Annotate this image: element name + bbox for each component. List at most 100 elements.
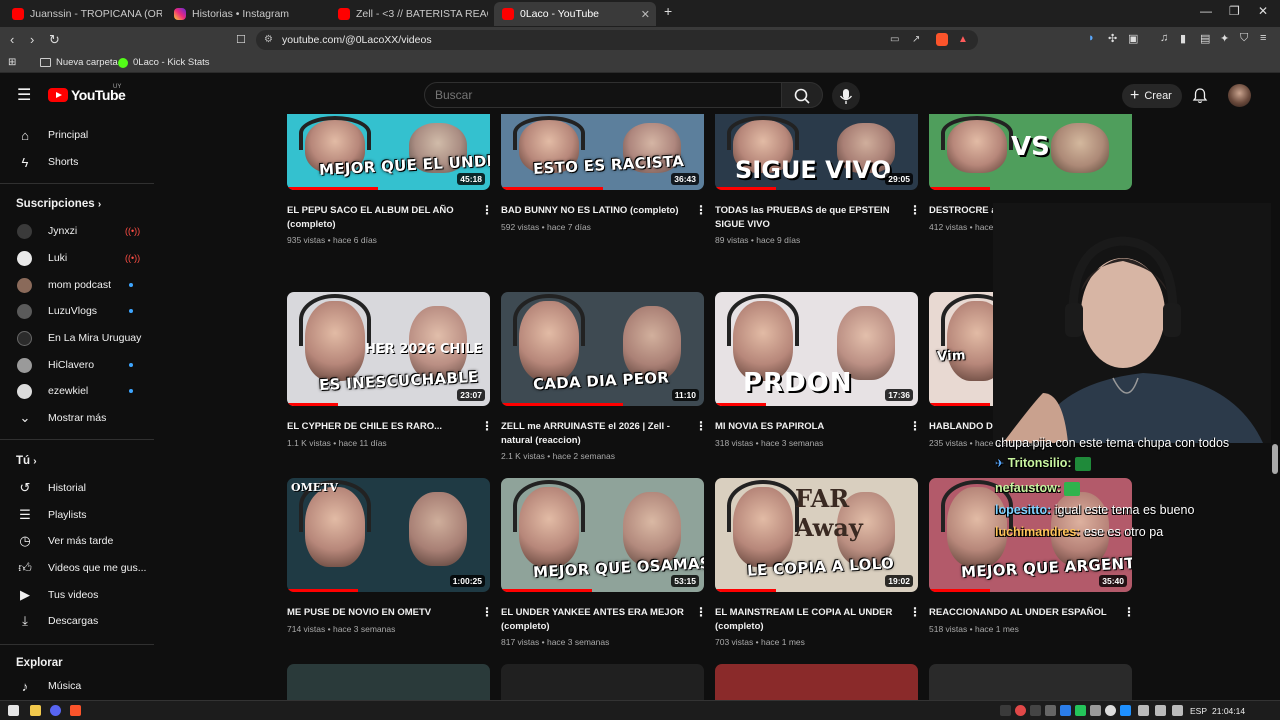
brave-rewards-icon[interactable]: ▲: [958, 34, 968, 45]
voice-search-button[interactable]: [832, 82, 860, 110]
tray-icon[interactable]: [1090, 705, 1101, 716]
new-tab-button[interactable]: +: [664, 3, 672, 19]
omnibox[interactable]: ⚙ youtube.com/@0LacoXX/videos ▭ ↗ ▲: [256, 30, 978, 50]
tray-icon[interactable]: [1075, 705, 1086, 716]
sidebar-item-liked-videos[interactable]: 👍︎ Videos que me gus...: [0, 555, 154, 581]
video-thumbnail[interactable]: PRDON 17:36: [715, 292, 918, 406]
sidebar-item-watch-later[interactable]: ◷ Ver más tarde: [0, 528, 154, 554]
volume-icon[interactable]: [1155, 705, 1166, 716]
video-thumbnail[interactable]: FAR Away LE COPIA A LOLO 19:02: [715, 478, 918, 592]
subscription-item[interactable]: LuzuVlogs: [0, 298, 154, 324]
tray-icon[interactable]: [1105, 705, 1116, 716]
sidebar-item-home[interactable]: ⌂ Principal: [0, 122, 154, 148]
subscription-item[interactable]: mom podcast: [0, 272, 154, 298]
video-title[interactable]: EL CYPHER DE CHILE ES RARO...: [287, 420, 477, 434]
language-indicator[interactable]: ESP: [1190, 706, 1207, 716]
video-options-icon[interactable]: ⋮: [909, 203, 921, 217]
system-clock[interactable]: 21:04:14: [1212, 706, 1245, 716]
subscription-item[interactable]: HiClavero: [0, 352, 154, 378]
video-options-icon[interactable]: ⋮: [695, 419, 707, 433]
tray-icon[interactable]: [1120, 705, 1131, 716]
minimize-icon[interactable]: —: [1200, 4, 1212, 18]
video-title[interactable]: EL MAINSTREAM LE COPIA AL UNDER (complet…: [715, 606, 905, 633]
video-options-icon[interactable]: ⋮: [481, 203, 493, 217]
sidebar-item-downloads[interactable]: ⤓ Descargas: [0, 608, 154, 634]
cast-icon[interactable]: ▭: [890, 34, 899, 45]
browser-tab[interactable]: Historias • Instagram: [166, 2, 326, 26]
browser-tab[interactable]: Zell - <3 // BATERISTA REACCIONA /: [330, 2, 488, 26]
tray-icon[interactable]: [1015, 705, 1026, 716]
audio-icon[interactable]: ◗: [1088, 32, 1095, 44]
reload-icon[interactable]: ↻: [49, 32, 60, 48]
close-tab-icon[interactable]: ✕: [641, 8, 650, 21]
brave-browser-icon[interactable]: [70, 705, 81, 716]
sidebar-item-your-videos[interactable]: ▶︎ Tus videos: [0, 582, 154, 608]
leo-ai-icon[interactable]: ✦: [1220, 32, 1229, 45]
wallet-icon[interactable]: ▤: [1200, 32, 1210, 45]
browser-tab[interactable]: Juanssin - TROPICANA (ORIGINA: [4, 2, 162, 26]
video-title[interactable]: ME PUSE DE NOVIO EN OMETV: [287, 606, 477, 620]
bookmark-folder[interactable]: Nueva carpeta: [40, 57, 118, 68]
video-title[interactable]: EL UNDER YANKEE ANTES ERA MEJOR (complet…: [501, 606, 691, 633]
create-button[interactable]: + Crear: [1122, 84, 1182, 108]
search-input[interactable]: [424, 82, 782, 108]
video-thumbnail[interactable]: SIGUE VIVO 29:05: [715, 114, 918, 190]
start-menu-icon[interactable]: [8, 705, 19, 716]
page-scrollbar[interactable]: [1271, 114, 1280, 700]
apps-grid-icon[interactable]: ⊞: [8, 57, 16, 68]
tray-icon[interactable]: [1000, 705, 1011, 716]
video-title[interactable]: MI NOVIA ES PAPIROLA: [715, 420, 905, 434]
video-options-icon[interactable]: ⋮: [695, 605, 707, 619]
video-thumbnail[interactable]: HER 2026 CHILE ES INESCUCHABLE 23:07: [287, 292, 490, 406]
video-title[interactable]: REACCIONANDO AL UNDER ESPAÑOL: [929, 606, 1119, 620]
video-title[interactable]: TODAS las PRUEBAS de que EPSTEIN SIGUE V…: [715, 204, 905, 231]
discord-icon[interactable]: [50, 705, 61, 716]
video-thumbnail[interactable]: VS: [929, 114, 1132, 190]
video-options-icon[interactable]: ⋮: [1123, 605, 1135, 619]
account-avatar[interactable]: [1228, 84, 1251, 107]
video-title[interactable]: EL PEPU SACO EL ALBUM DEL AÑO (completo): [287, 204, 477, 231]
scrollbar-thumb[interactable]: [1272, 444, 1278, 474]
vpn-icon[interactable]: ⛉: [1240, 32, 1248, 45]
hamburger-menu-icon[interactable]: ☰: [17, 85, 31, 105]
video-thumbnail[interactable]: [501, 664, 704, 700]
browser-tab-active[interactable]: 0Laco - YouTube ✕: [494, 2, 656, 26]
share-icon[interactable]: ↗: [912, 34, 920, 45]
close-window-icon[interactable]: ✕: [1258, 4, 1268, 18]
video-thumbnail[interactable]: MEJOR QUE OSAMASON 53:15: [501, 478, 704, 592]
video-title[interactable]: ZELL me ARRUINASTE el 2026 | Zell - natu…: [501, 420, 691, 447]
video-options-icon[interactable]: ⋮: [909, 605, 921, 619]
video-title[interactable]: BAD BUNNY NO ES LATINO (completo): [501, 204, 691, 218]
extensions-icon[interactable]: ✣: [1108, 32, 1117, 45]
subscriptions-heading[interactable]: Suscripciones ›: [16, 198, 101, 210]
video-thumbnail[interactable]: [287, 664, 490, 700]
sidebar-item-playlists[interactable]: ☰ Playlists: [0, 502, 154, 528]
subscription-item[interactable]: Luki ((•)): [0, 245, 154, 271]
video-thumbnail[interactable]: [929, 664, 1132, 700]
video-thumbnail[interactable]: OMETV 1:00:25: [287, 478, 490, 592]
video-options-icon[interactable]: ⋮: [909, 419, 921, 433]
video-thumbnail[interactable]: ESTO ES RACISTA 36:43: [501, 114, 704, 190]
bookmark-link[interactable]: 0Laco - Kick Stats: [118, 57, 210, 68]
subscription-item[interactable]: Jynxzi ((•)): [0, 218, 154, 244]
file-explorer-icon[interactable]: [30, 705, 41, 716]
subscription-item[interactable]: ezewkiel: [0, 378, 154, 404]
sidebar-item-music[interactable]: ♪ Música: [0, 673, 154, 699]
brave-shield-icon[interactable]: [936, 33, 948, 46]
youtube-logo[interactable]: YouTube UY: [48, 84, 126, 103]
search-button[interactable]: [781, 82, 823, 108]
site-info-icon[interactable]: ⚙: [264, 34, 273, 45]
menu-icon[interactable]: ≡: [1260, 32, 1266, 44]
video-options-icon[interactable]: ⋮: [481, 605, 493, 619]
sidebar-toggle-icon[interactable]: ▮: [1180, 32, 1186, 45]
forward-icon[interactable]: ›: [30, 32, 34, 47]
tray-icon[interactable]: [1030, 705, 1041, 716]
screenshot-icon[interactable]: ▣: [1128, 32, 1138, 45]
tray-icon[interactable]: [1045, 705, 1056, 716]
bookmark-icon[interactable]: ☐: [236, 33, 246, 46]
video-thumbnail[interactable]: [715, 664, 918, 700]
media-icon[interactable]: ♫: [1160, 32, 1168, 44]
notifications-bell-icon[interactable]: [1192, 87, 1208, 104]
video-thumbnail[interactable]: MEJOR QUE EL UNDER 45:18: [287, 114, 490, 190]
video-options-icon[interactable]: ⋮: [481, 419, 493, 433]
